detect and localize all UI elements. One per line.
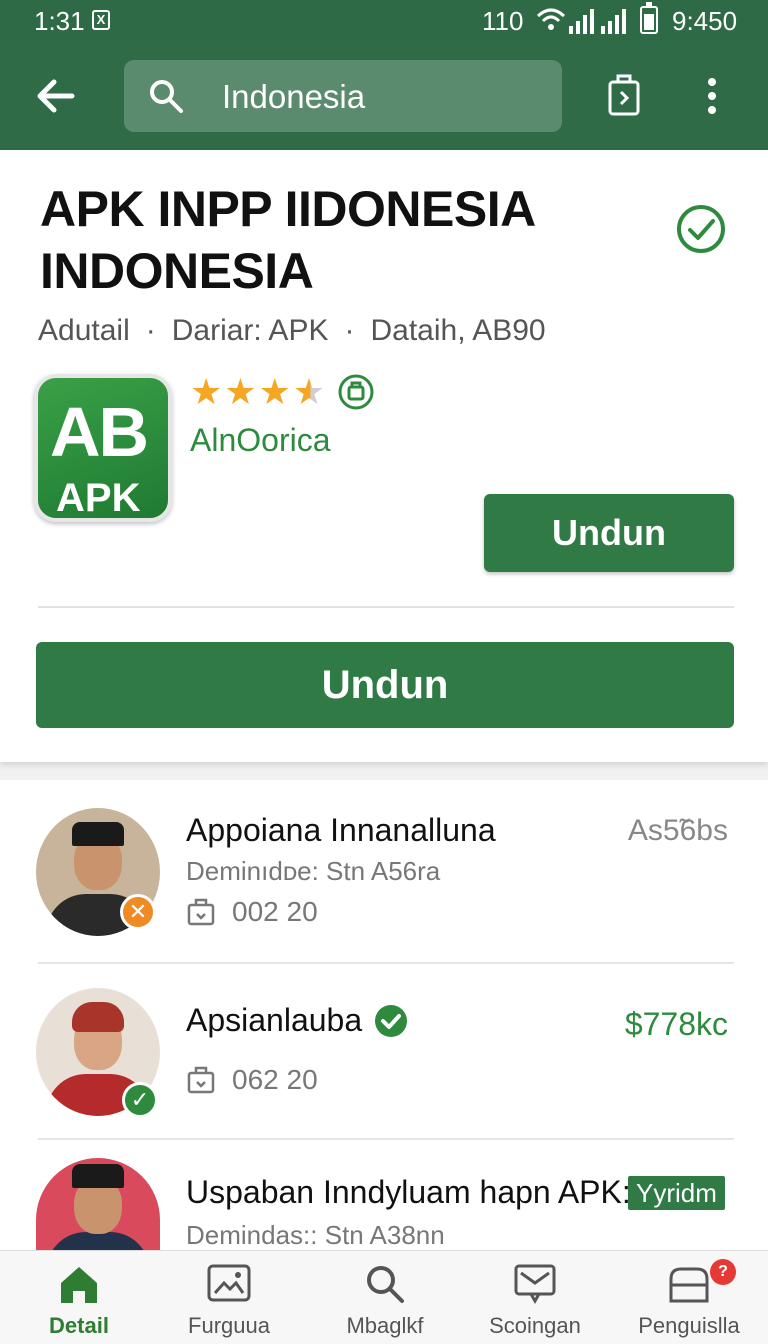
item-title: Appoiana Innanalluna [186, 812, 496, 848]
meta-item: Dariar: APK [171, 314, 329, 347]
item-title: Uspaban Inndyluam hapn APK: [186, 1174, 631, 1210]
meta-item: Adutail [38, 314, 130, 347]
rating-stars: ★ ★ ★ ★ [190, 372, 375, 412]
nav-label: Penguislla [638, 1313, 740, 1338]
item-stat: 062 20 [186, 1064, 318, 1096]
item-title-row: Apsianlauba [186, 1002, 408, 1039]
status-bar: 1:31 X 110 9:450 [0, 0, 768, 42]
item-price: $778kc [624, 1006, 728, 1042]
app-title: APK INPP IIDONESIA INDONESIA [40, 181, 534, 299]
more-vert-icon[interactable] [706, 76, 718, 116]
app-icon-text: AB [50, 393, 149, 471]
status-level: 110 [482, 6, 524, 36]
nav-item-search[interactable]: Mbaglkf [310, 1251, 460, 1344]
verified-check-icon [677, 205, 725, 253]
developer-link[interactable]: AlnOorica [190, 422, 331, 459]
share-icon[interactable] [604, 72, 644, 116]
download-box-icon [187, 1066, 215, 1094]
divider [38, 1138, 734, 1140]
item-title: Apsianlauba [186, 1002, 363, 1038]
item-stat-value: 002 20 [232, 896, 318, 927]
star-icon: ★ [258, 371, 291, 412]
avatar [36, 1158, 160, 1250]
status-clock: 9:450 [672, 6, 738, 36]
gallery-icon [207, 1264, 251, 1302]
list-item[interactable]: ✓ Apsianlauba 062 20 $778kc [0, 988, 768, 1124]
signal-icon-2 [601, 9, 626, 34]
list-item[interactable]: Uspaban Inndyluam hapn APK: Demindas:: S… [0, 1158, 768, 1250]
item-subtitle: Deminıdᴅe: Stn A56ra [186, 856, 441, 886]
check-badge-icon: ✓ [122, 1082, 158, 1118]
search-input-text[interactable]: Indonesia [222, 78, 365, 116]
item-stat: 002 20 [186, 896, 318, 928]
install-button-small[interactable]: Undun [484, 494, 734, 572]
verified-check-icon [375, 1004, 408, 1037]
back-arrow-icon[interactable] [30, 72, 82, 120]
related-list: ✕ Appoiana Innanalluna Deminıdᴅe: Stn A5… [0, 780, 768, 1250]
close-badge-icon: ✕ [120, 894, 156, 930]
app-meta: Adutail · Dariar: APK · Dataih, AB90 [38, 314, 546, 347]
nav-item-store[interactable]: ? Penguislla [614, 1251, 764, 1344]
nav-item-inbox[interactable]: Scoingan [460, 1251, 610, 1344]
bottom-navigation: Detail Furguua Mbaglkf Scoingan ? Pengui… [0, 1250, 768, 1344]
search-bar[interactable]: Indonesia [124, 60, 562, 132]
download-box-icon [187, 898, 215, 926]
notification-badge: ? [710, 1259, 736, 1285]
nav-label: Scoingan [489, 1313, 581, 1338]
install-button[interactable]: Undun [36, 642, 734, 728]
battery-icon [640, 2, 658, 34]
star-icon: ★ [190, 371, 223, 412]
inbox-icon [514, 1264, 556, 1305]
nav-label: Detail [49, 1313, 109, 1338]
nav-label: Furguua [188, 1313, 270, 1338]
app-detail-card: APK INPP IIDONESIA INDONESIA Adutail · Dar… [0, 150, 768, 762]
top-app-bar: Indonesia [0, 42, 768, 150]
item-subtitle: Demindas:: Stn A38nn [186, 1220, 445, 1250]
nav-item-detail[interactable]: Detail [4, 1251, 154, 1344]
app-icon-subtext: APK [56, 476, 141, 520]
wifi-icon [536, 8, 566, 30]
status-time: 1:31 [34, 6, 85, 36]
item-price: As5̃6bs [627, 814, 728, 847]
home-icon [61, 1267, 97, 1303]
item-tag: Yyridm [628, 1176, 725, 1210]
search-icon [367, 1266, 404, 1303]
meta-item: Dataih, AB90 [370, 314, 546, 347]
divider [38, 962, 734, 964]
half-star-icon: ★ [292, 371, 326, 412]
notification-icon: X [92, 10, 110, 30]
app-icon: AB APK [34, 374, 172, 522]
signal-icon [569, 9, 594, 34]
divider [38, 606, 734, 608]
item-stat-value: 062 20 [232, 1064, 318, 1095]
nav-label: Mbaglkf [346, 1313, 424, 1338]
search-icon [150, 80, 183, 113]
list-item[interactable]: ✕ Appoiana Innanalluna Deminıdᴅe: Stn A5… [0, 808, 768, 964]
content-rating-icon [338, 374, 374, 410]
nav-item-gallery[interactable]: Furguua [154, 1251, 304, 1344]
store-icon [669, 1267, 709, 1303]
star-icon: ★ [224, 371, 257, 412]
